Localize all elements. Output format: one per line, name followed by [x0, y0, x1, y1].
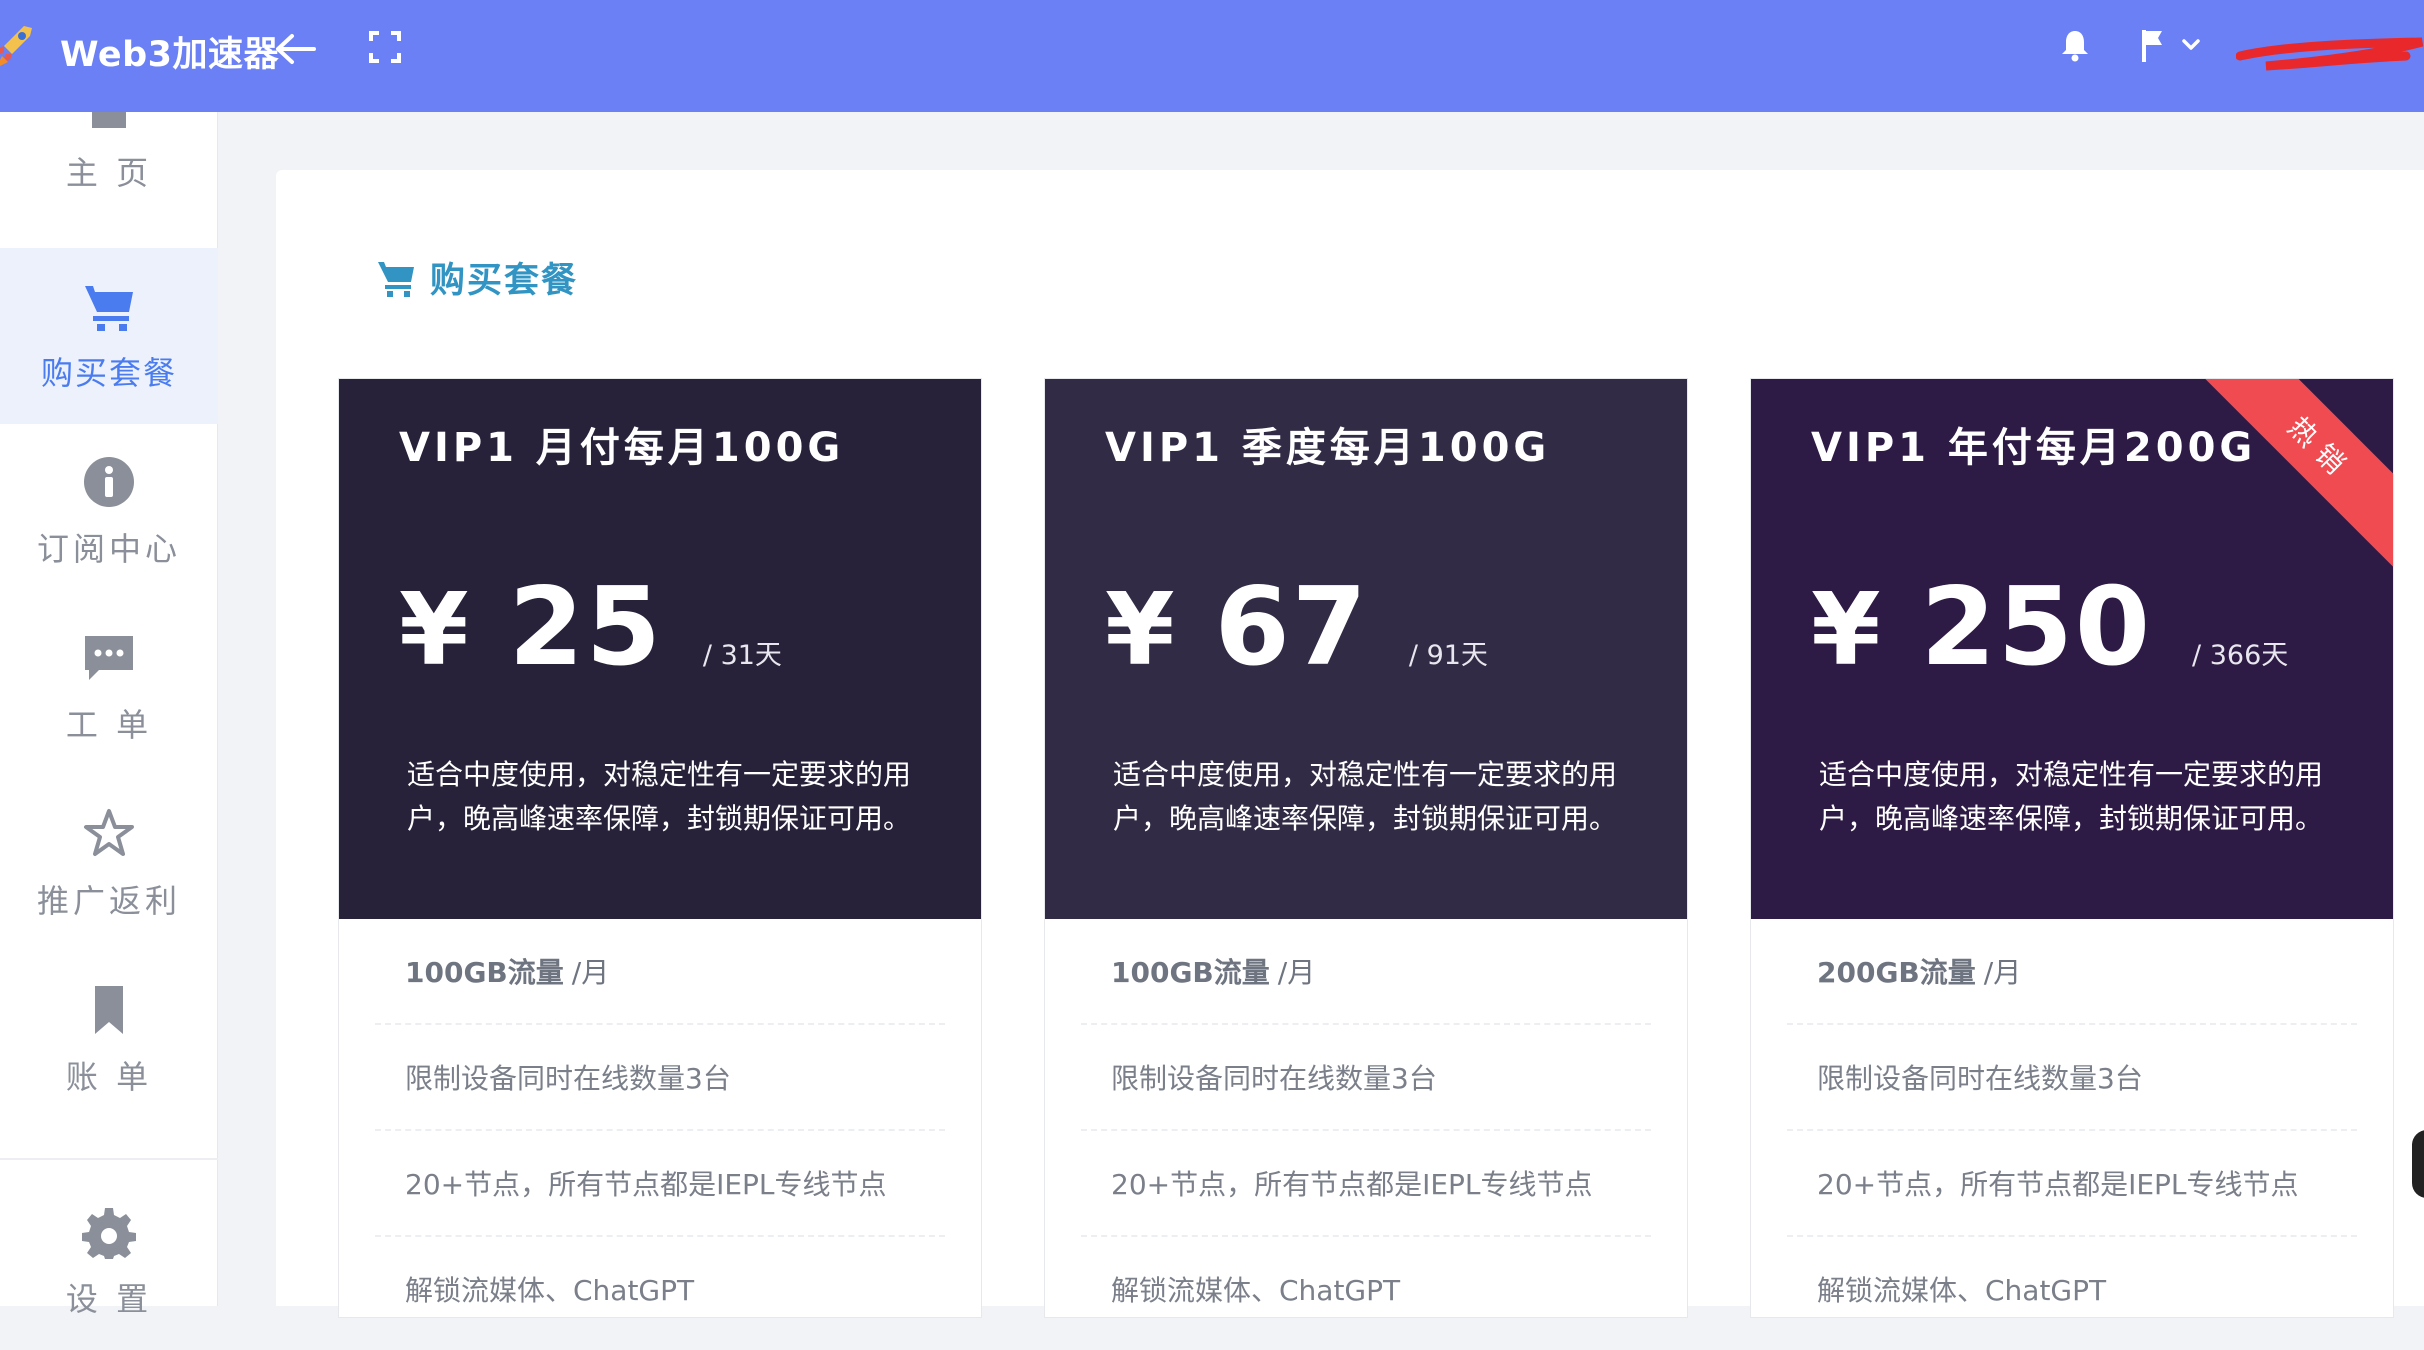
- plan-name: VIP1 季度每月100G: [1105, 425, 1551, 471]
- price-currency: ¥: [399, 571, 469, 688]
- sidebar-item-label: 设 置: [65, 1280, 153, 1318]
- cart-icon: [378, 261, 414, 297]
- gear-icon: [82, 1208, 136, 1259]
- app-name: Web3加速器: [60, 35, 280, 75]
- feature-item: 限制设备同时在线数量3台: [1787, 1025, 2357, 1131]
- feature-item: 200GB流量 /月: [1787, 919, 2357, 1025]
- user-menu[interactable]: [2236, 30, 2424, 74]
- scroll-handle[interactable]: [2412, 1130, 2424, 1198]
- top-bar: Web3加速器: [0, 0, 2424, 112]
- plan-header: VIP1 季度每月100G ¥ 67 / 91天 适合中度使用，对稳定性有一定要…: [1045, 379, 1687, 919]
- sidebar-item-label: 工 单: [65, 706, 153, 744]
- page-title: 购买套餐: [430, 261, 579, 301]
- back-arrow-icon[interactable]: [274, 32, 316, 66]
- price-row: ¥ 250 / 366天: [1811, 565, 2288, 690]
- sidebar-item-subscription[interactable]: 订阅中心: [0, 424, 218, 600]
- feature-item: 20+节点，所有节点都是IEPL专线节点: [1787, 1131, 2357, 1237]
- feature-list: 100GB流量 /月 限制设备同时在线数量3台 20+节点，所有节点都是IEPL…: [339, 919, 981, 1317]
- feature-traffic: 100GB流量: [405, 956, 564, 989]
- sidebar-item-tickets[interactable]: 工 单: [0, 600, 218, 776]
- main-panel: 购买套餐 VIP1 月付每月100G ¥ 25 / 31天 适合中度使用，对稳定…: [276, 170, 2424, 1318]
- plan-header: VIP1 年付每月200G ¥ 250 / 366天 适合中度使用，对稳定性有一…: [1751, 379, 2393, 919]
- sidebar-item-settings[interactable]: 设 置: [0, 1174, 218, 1350]
- bookmark-icon: [95, 986, 123, 1034]
- feature-traffic-unit: /月: [1277, 956, 1316, 989]
- flag-dropdown-icon[interactable]: [2140, 28, 2204, 64]
- feature-traffic: 200GB流量: [1817, 956, 1976, 989]
- plan-description: 适合中度使用，对稳定性有一定要求的用户，晚高峰速率保障，封锁期保证可用。: [407, 758, 912, 835]
- plan-card[interactable]: VIP1 月付每月100G ¥ 25 / 31天 适合中度使用，对稳定性有一定要…: [338, 378, 982, 1318]
- plan-card[interactable]: VIP1 季度每月100G ¥ 67 / 91天 适合中度使用，对稳定性有一定要…: [1044, 378, 1688, 1318]
- sidebar-item-purchase[interactable]: 购买套餐: [0, 248, 218, 424]
- plan-name: VIP1 年付每月200G: [1811, 425, 2257, 471]
- price-period: / 91天: [1408, 640, 1488, 671]
- plan-header: VIP1 月付每月100G ¥ 25 / 31天 适合中度使用，对稳定性有一定要…: [339, 379, 981, 919]
- feature-item: 100GB流量 /月: [375, 919, 945, 1025]
- hot-sale-badge: 热销: [2191, 379, 2393, 578]
- sidebar-item-label: 账 单: [65, 1058, 153, 1096]
- price-currency: ¥: [1811, 571, 1881, 688]
- sidebar-item-referral[interactable]: 推广返利: [0, 776, 218, 952]
- feature-traffic-unit: /月: [571, 956, 610, 989]
- price-row: ¥ 67 / 91天: [1105, 565, 1488, 690]
- sidebar-item-label: 主 页: [65, 154, 153, 192]
- rocket-logo-icon: [0, 26, 32, 66]
- price-currency: ¥: [1105, 571, 1175, 688]
- cart-icon: [85, 286, 133, 331]
- chat-icon: [85, 636, 133, 680]
- fullscreen-icon[interactable]: [368, 30, 402, 64]
- redaction-mark: [2236, 37, 2424, 71]
- feature-item: 限制设备同时在线数量3台: [1081, 1025, 1651, 1131]
- feature-list: 200GB流量 /月 限制设备同时在线数量3台 20+节点，所有节点都是IEPL…: [1751, 919, 2393, 1317]
- sidebar-item-label: 订阅中心: [36, 530, 181, 568]
- sidebar-item-billing[interactable]: 账 单: [0, 952, 218, 1128]
- sidebar: 主 页 购买套餐 订阅中心 工 单 推广返利 账 单 设 置: [0, 84, 218, 1318]
- price-amount: 67: [1214, 565, 1369, 690]
- feature-traffic-unit: /月: [1983, 956, 2022, 989]
- price-amount: 25: [508, 565, 663, 690]
- sidebar-item-label: 购买套餐: [40, 354, 177, 392]
- price-period: / 31天: [702, 640, 782, 671]
- plan-name: VIP1 月付每月100G: [399, 425, 845, 471]
- feature-item: 20+节点，所有节点都是IEPL专线节点: [1081, 1131, 1651, 1237]
- feature-item: 限制设备同时在线数量3台: [375, 1025, 945, 1131]
- bell-icon[interactable]: [2060, 28, 2090, 62]
- price-row: ¥ 25 / 31天: [399, 565, 782, 690]
- price-period: / 366天: [2192, 640, 2289, 671]
- feature-item: 20+节点，所有节点都是IEPL专线节点: [375, 1131, 945, 1237]
- plan-card[interactable]: VIP1 年付每月200G ¥ 250 / 366天 适合中度使用，对稳定性有一…: [1750, 378, 2394, 1318]
- page-header: 购买套餐: [376, 252, 578, 303]
- sidebar-item-label: 推广返利: [36, 882, 181, 920]
- star-icon: [84, 809, 134, 856]
- info-icon: [84, 457, 134, 507]
- plan-description: 适合中度使用，对稳定性有一定要求的用户，晚高峰速率保障，封锁期保证可用。: [1113, 758, 1618, 835]
- price-amount: 250: [1920, 565, 2153, 690]
- feature-list: 100GB流量 /月 限制设备同时在线数量3台 20+节点，所有节点都是IEPL…: [1045, 919, 1687, 1317]
- sidebar-divider: [0, 1158, 218, 1160]
- feature-item: 100GB流量 /月: [1081, 919, 1651, 1025]
- feature-traffic: 100GB流量: [1111, 956, 1270, 989]
- plan-description: 适合中度使用，对稳定性有一定要求的用户，晚高峰速率保障，封锁期保证可用。: [1819, 758, 2324, 835]
